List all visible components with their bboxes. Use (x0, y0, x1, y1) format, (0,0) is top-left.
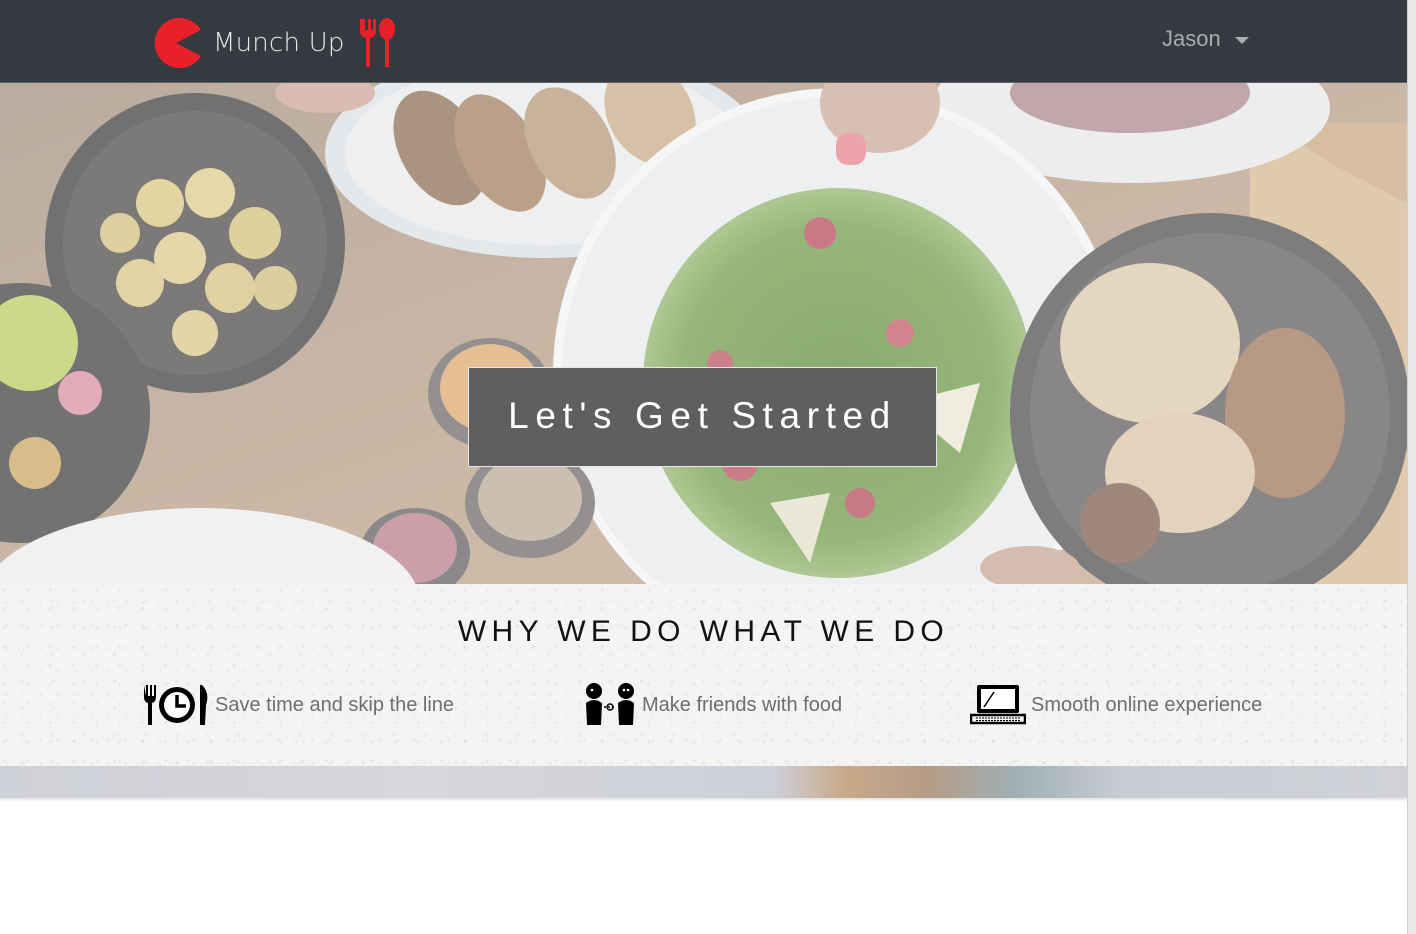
get-started-button[interactable]: Let's Get Started (468, 367, 937, 467)
user-menu-dropdown[interactable]: Jason (1162, 26, 1249, 52)
feature-save-time-text: Save time and skip the line (215, 693, 455, 716)
brand-name: Munch Up (213, 28, 345, 58)
background-image-strip (0, 766, 1407, 798)
user-name: Jason (1162, 26, 1221, 51)
page: Munch Up Jason Let's Get Started WHY WE … (0, 0, 1407, 934)
fork-spoon-icon (359, 18, 395, 67)
feature-online-experience-text: Smooth online experience (1031, 693, 1263, 716)
feature-make-friends-text: Make friends with food (642, 693, 843, 716)
why-section-title: WHY WE DO WHAT WE DO (457, 615, 950, 648)
pacman-logo-icon (154, 17, 201, 68)
navbar: Munch Up Jason (0, 0, 1407, 83)
laptop-icon (970, 685, 1026, 725)
why-section: WHY WE DO WHAT WE DO Save time and skip … (0, 584, 1407, 766)
feature-online-experience: Smooth online experience (970, 683, 1262, 727)
feature-save-time: Save time and skip the line (142, 683, 454, 727)
hero-food-image (0, 83, 1407, 584)
fork-clock-knife-icon (144, 685, 208, 725)
brand-link[interactable]: Munch Up (150, 16, 397, 70)
hero-banner: Let's Get Started (0, 83, 1407, 584)
friends-icon (586, 683, 634, 725)
caret-down-icon (1234, 36, 1249, 44)
feature-make-friends: Make friends with food (583, 683, 842, 727)
window-edge (1407, 0, 1416, 934)
